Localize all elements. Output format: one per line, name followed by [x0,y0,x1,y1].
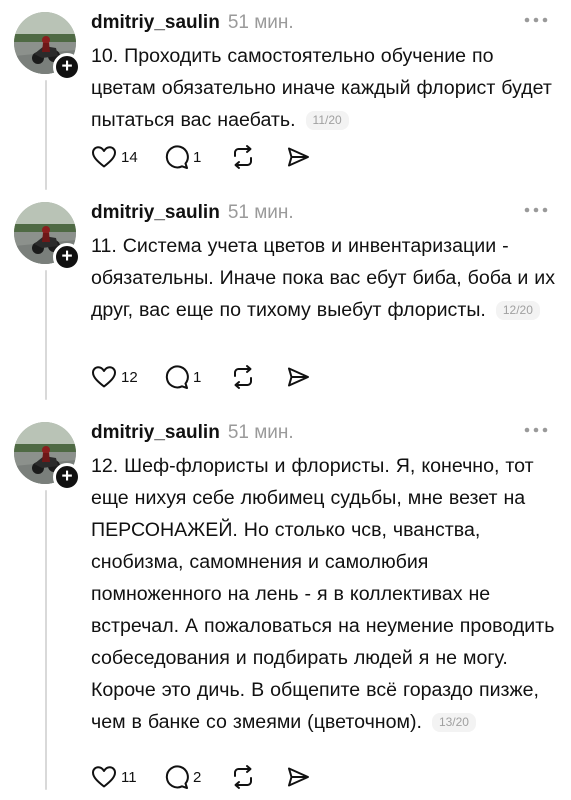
post-body: 11. Система учета цветов и инвентаризаци… [91,230,561,326]
post-3: + dmitriy_saulin 51 мин. 12. Шеф-флорист… [0,410,571,800]
reply-button[interactable]: 2 [163,763,230,791]
post-header: dmitriy_saulin 51 мин. [91,202,294,226]
repost-arrows-icon [234,765,252,789]
thread-counter-badge: 13/20 [431,713,476,732]
action-bar: 11 2 [91,763,325,791]
share-button[interactable] [285,763,325,791]
comment-bubble-icon [165,145,189,169]
post-2: + dmitriy_saulin 51 мин. 11. Система уче… [0,190,571,410]
more-dots-icon[interactable] [523,205,549,215]
repost-button[interactable] [230,363,285,391]
post-header: dmitriy_saulin 51 мин. [91,12,294,36]
post-text: 11. Система учета цветов и инвентаризаци… [91,235,556,321]
post-time: 51 мин. [227,12,294,33]
post-header: dmitriy_saulin 51 мин. [91,422,294,446]
follow-plus-button[interactable]: + [53,243,81,271]
action-bar: 12 1 [91,363,325,391]
post-time: 51 мин. [227,202,294,223]
share-send-icon [288,147,309,167]
username-link[interactable]: dmitriy_saulin [91,12,220,34]
plus-icon: + [61,466,73,487]
heart-icon [92,766,116,788]
comment-bubble-icon [165,765,189,789]
reply-count: 1 [193,148,202,166]
repost-arrows-icon [234,145,252,169]
heart-icon [92,366,116,388]
more-dots-icon[interactable] [523,425,549,435]
thread-connector-line [45,80,47,190]
share-button[interactable] [285,363,325,391]
plus-icon: + [61,56,73,77]
post-body: 10. Проходить самостоятельно обучение по… [91,40,561,136]
share-button[interactable] [285,143,325,171]
reply-button[interactable]: 1 [163,363,230,391]
post-time: 51 мин. [227,422,294,443]
repost-arrows-icon [234,365,252,389]
like-button[interactable]: 11 [91,763,163,791]
thread-counter-badge: 12/20 [495,301,540,320]
like-count: 12 [121,368,138,386]
like-count: 14 [121,148,138,166]
username-link[interactable]: dmitriy_saulin [91,422,220,444]
thread-counter-badge: 11/20 [305,111,349,130]
post-body: 12. Шеф-флористы и флористы. Я, конечно,… [91,450,561,738]
reply-count: 1 [193,368,202,386]
username-link[interactable]: dmitriy_saulin [91,202,220,224]
thread-feed: + dmitriy_saulin 51 мин. 10. Проходить с… [0,0,571,800]
follow-plus-button[interactable]: + [53,463,81,491]
thread-connector-line [45,490,47,790]
repost-button[interactable] [230,763,285,791]
more-dots-icon[interactable] [523,15,549,25]
like-button[interactable]: 14 [91,143,163,171]
like-count: 11 [121,768,137,786]
post-text: 12. Шеф-флористы и флористы. Я, конечно,… [91,455,555,733]
reply-count: 2 [193,768,202,786]
thread-connector-line [45,270,47,400]
share-send-icon [288,367,309,387]
reply-button[interactable]: 1 [163,143,230,171]
repost-button[interactable] [230,143,285,171]
like-button[interactable]: 12 [91,363,163,391]
follow-plus-button[interactable]: + [53,53,81,81]
heart-icon [92,146,116,168]
action-bar: 14 1 [91,143,325,171]
post-1: + dmitriy_saulin 51 мин. 10. Проходить с… [0,0,571,200]
comment-bubble-icon [165,365,189,389]
plus-icon: + [61,246,73,267]
share-send-icon [288,767,309,787]
